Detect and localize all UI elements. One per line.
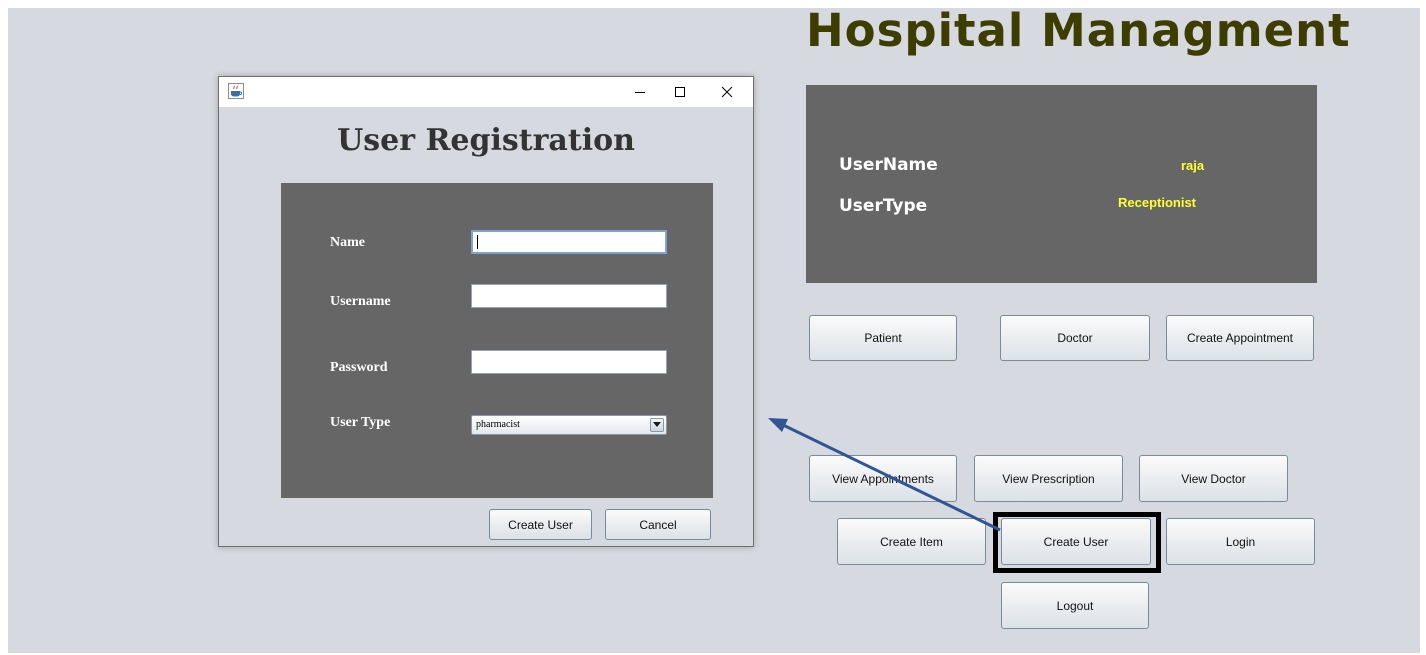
- maximize-icon: [675, 87, 685, 97]
- app-title: Hospital Managment: [806, 4, 1351, 57]
- name-label: Name: [330, 235, 365, 250]
- create-appointment-button[interactable]: Create Appointment: [1166, 315, 1314, 361]
- logout-button[interactable]: Logout: [1001, 582, 1149, 629]
- create-item-button[interactable]: Create Item: [837, 518, 986, 565]
- usertype-field-label: User Type: [330, 415, 391, 430]
- chevron-down-icon: [653, 422, 661, 427]
- close-icon: [721, 86, 733, 98]
- name-field[interactable]: [471, 230, 667, 254]
- combo-dropdown-button[interactable]: [650, 418, 664, 432]
- java-cup-icon: [228, 83, 244, 99]
- user-registration-dialog: User Registration Name Username Password…: [218, 76, 754, 547]
- password-field-label: Password: [330, 360, 388, 375]
- username-field-label: Username: [330, 294, 391, 309]
- dialog-create-user-button[interactable]: Create User: [489, 509, 592, 540]
- text-caret: [477, 235, 478, 249]
- username-value: raja: [1181, 158, 1205, 173]
- dialog-titlebar[interactable]: [219, 77, 753, 107]
- patient-button[interactable]: Patient: [809, 315, 957, 361]
- view-prescription-button[interactable]: View Prescription: [974, 455, 1123, 502]
- username-field[interactable]: [471, 284, 667, 308]
- usertype-selected-value: pharmacist: [476, 419, 520, 430]
- usertype-select[interactable]: pharmacist: [471, 415, 667, 435]
- doctor-button[interactable]: Doctor: [1000, 315, 1150, 361]
- password-field[interactable]: [471, 350, 667, 374]
- dialog-heading: User Registration: [337, 123, 635, 158]
- login-button[interactable]: Login: [1166, 518, 1315, 565]
- maximize-button[interactable]: [660, 77, 700, 107]
- minimize-icon: [635, 92, 645, 93]
- create-user-highlight: [993, 512, 1161, 573]
- close-button[interactable]: [707, 77, 747, 107]
- usertype-label: UserType: [839, 196, 928, 216]
- registration-form-panel: Name Username Password User Type pharmac…: [281, 183, 713, 498]
- username-label: UserName: [839, 155, 938, 175]
- minimize-button[interactable]: [620, 77, 660, 107]
- view-doctor-button[interactable]: View Doctor: [1139, 455, 1288, 502]
- dialog-cancel-button[interactable]: Cancel: [605, 509, 711, 540]
- view-appointments-button[interactable]: View Appointments: [809, 455, 957, 502]
- usertype-value: Receptionist: [1118, 195, 1197, 210]
- session-info-panel: UserName raja UserType Receptionist: [806, 85, 1317, 283]
